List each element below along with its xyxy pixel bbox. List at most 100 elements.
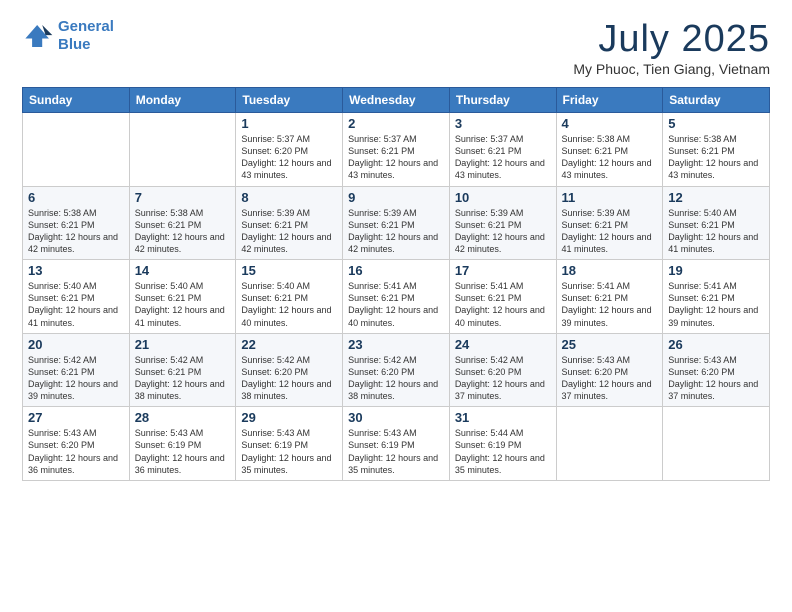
cell-content-0-6: Sunrise: 5:38 AM Sunset: 6:21 PM Dayligh… (668, 133, 764, 182)
cell-content-1-1: Sunrise: 5:38 AM Sunset: 6:21 PM Dayligh… (135, 207, 231, 256)
cell-2-2: 15Sunrise: 5:40 AM Sunset: 6:21 PM Dayli… (236, 260, 343, 334)
cell-4-5 (556, 407, 663, 481)
day-number-17: 17 (455, 263, 551, 278)
day-number-22: 22 (241, 337, 337, 352)
cell-2-1: 14 Sunrise: 5:40 AM Sunset: 6:21 PM Dayli… (129, 260, 236, 334)
logo-text: General Blue (58, 18, 114, 54)
header: General Blue July 2025 My Phuoc, Tien Gi… (22, 18, 770, 77)
cell-content-2-2: Sunrise: 5:40 AM Sunset: 6:21 PM Dayligh… (241, 280, 337, 329)
cell-3-5: 25 Sunrise: 5:43 AM Sunset: 6:20 PM Dayli… (556, 333, 663, 407)
cell-1-6: 12Sunrise: 5:40 AM Sunset: 6:21 PM Dayli… (663, 186, 770, 260)
header-monday: Monday (129, 88, 236, 113)
cell-4-0: 27Sunrise: 5:43 AM Sunset: 6:20 PM Dayli… (23, 407, 130, 481)
day-number-11: 11 (562, 190, 658, 205)
cell-1-4: 10 Sunrise: 5:39 AM Sunset: 6:21 PM Dayli… (449, 186, 556, 260)
cell-0-6: 5 Sunrise: 5:38 AM Sunset: 6:21 PM Daylig… (663, 113, 770, 187)
cell-content-4-1: Sunrise: 5:43 AM Sunset: 6:19 PM Dayligh… (135, 427, 231, 476)
week-row-2: 6 Sunrise: 5:38 AM Sunset: 6:21 PM Daylig… (23, 186, 770, 260)
cell-content-3-1: Sunrise: 5:42 AM Sunset: 6:21 PM Dayligh… (135, 354, 231, 403)
cell-content-2-5: Sunrise: 5:41 AM Sunset: 6:21 PM Dayligh… (562, 280, 658, 329)
cell-4-6 (663, 407, 770, 481)
day-number-6: 6 (28, 190, 124, 205)
cell-2-0: 13 Sunrise: 5:40 AM Sunset: 6:21 PM Dayli… (23, 260, 130, 334)
cell-1-5: 11 Sunrise: 5:39 AM Sunset: 6:21 PM Dayli… (556, 186, 663, 260)
day-number-9: 9 (348, 190, 444, 205)
day-number-20: 20 (28, 337, 124, 352)
cell-content-0-3: Sunrise: 5:37 AM Sunset: 6:21 PM Dayligh… (348, 133, 444, 182)
day-number-3: 3 (455, 116, 551, 131)
header-tuesday: Tuesday (236, 88, 343, 113)
day-number-7: 7 (135, 190, 231, 205)
header-saturday: Saturday (663, 88, 770, 113)
day-number-18: 18 (562, 263, 658, 278)
cell-content-3-5: Sunrise: 5:43 AM Sunset: 6:20 PM Dayligh… (562, 354, 658, 403)
cell-3-3: 23 Sunrise: 5:42 AM Sunset: 6:20 PM Dayli… (343, 333, 450, 407)
cell-content-2-4: Sunrise: 5:41 AM Sunset: 6:21 PM Dayligh… (455, 280, 551, 329)
cell-content-3-6: Sunrise: 5:43 AM Sunset: 6:20 PM Dayligh… (668, 354, 764, 403)
day-number-14: 14 (135, 263, 231, 278)
cell-content-0-5: Sunrise: 5:38 AM Sunset: 6:21 PM Dayligh… (562, 133, 658, 182)
day-number-25: 25 (562, 337, 658, 352)
cell-content-4-2: Sunrise: 5:43 AM Sunset: 6:19 PM Dayligh… (241, 427, 337, 476)
cell-2-4: 17 Sunrise: 5:41 AM Sunset: 6:21 PM Dayli… (449, 260, 556, 334)
calendar-header-row: SundayMondayTuesdayWednesdayThursdayFrid… (23, 88, 770, 113)
cell-4-3: 30 Sunrise: 5:43 AM Sunset: 6:19 PM Dayli… (343, 407, 450, 481)
day-number-2: 2 (348, 116, 444, 131)
page: General Blue July 2025 My Phuoc, Tien Gi… (0, 0, 792, 612)
cell-0-2: 1 Sunrise: 5:37 AM Sunset: 6:20 PM Daylig… (236, 113, 343, 187)
day-number-27: 27 (28, 410, 124, 425)
cell-content-1-3: Sunrise: 5:39 AM Sunset: 6:21 PM Dayligh… (348, 207, 444, 256)
cell-4-4: 31Sunrise: 5:44 AM Sunset: 6:19 PM Dayli… (449, 407, 556, 481)
cell-1-2: 8 Sunrise: 5:39 AM Sunset: 6:21 PM Daylig… (236, 186, 343, 260)
header-sunday: Sunday (23, 88, 130, 113)
cell-3-1: 21 Sunrise: 5:42 AM Sunset: 6:21 PM Dayli… (129, 333, 236, 407)
day-number-8: 8 (241, 190, 337, 205)
cell-1-0: 6Sunrise: 5:38 AM Sunset: 6:21 PM Daylig… (23, 186, 130, 260)
logo-general: General (58, 18, 114, 35)
day-number-10: 10 (455, 190, 551, 205)
logo: General Blue (22, 18, 114, 54)
cell-content-3-3: Sunrise: 5:42 AM Sunset: 6:20 PM Dayligh… (348, 354, 444, 403)
cell-content-1-2: Sunrise: 5:39 AM Sunset: 6:21 PM Dayligh… (241, 207, 337, 256)
day-number-1: 1 (241, 116, 337, 131)
header-thursday: Thursday (449, 88, 556, 113)
day-number-13: 13 (28, 263, 124, 278)
main-title: July 2025 (573, 18, 770, 61)
cell-content-1-4: Sunrise: 5:39 AM Sunset: 6:21 PM Dayligh… (455, 207, 551, 256)
cell-0-4: 3 Sunrise: 5:37 AM Sunset: 6:21 PM Daylig… (449, 113, 556, 187)
cell-content-0-4: Sunrise: 5:37 AM Sunset: 6:21 PM Dayligh… (455, 133, 551, 182)
day-number-23: 23 (348, 337, 444, 352)
cell-2-5: 18 Sunrise: 5:41 AM Sunset: 6:21 PM Dayli… (556, 260, 663, 334)
week-row-3: 13 Sunrise: 5:40 AM Sunset: 6:21 PM Dayli… (23, 260, 770, 334)
cell-content-1-5: Sunrise: 5:39 AM Sunset: 6:21 PM Dayligh… (562, 207, 658, 256)
cell-3-4: 24 Sunrise: 5:42 AM Sunset: 6:20 PM Dayli… (449, 333, 556, 407)
week-row-1: 1 Sunrise: 5:37 AM Sunset: 6:20 PM Daylig… (23, 113, 770, 187)
title-block: July 2025 My Phuoc, Tien Giang, Vietnam (573, 18, 770, 77)
calendar-table: SundayMondayTuesdayWednesdayThursdayFrid… (22, 87, 770, 481)
cell-4-2: 29Sunrise: 5:43 AM Sunset: 6:19 PM Dayli… (236, 407, 343, 481)
cell-3-6: 26Sunrise: 5:43 AM Sunset: 6:20 PM Dayli… (663, 333, 770, 407)
cell-content-3-4: Sunrise: 5:42 AM Sunset: 6:20 PM Dayligh… (455, 354, 551, 403)
cell-content-2-3: Sunrise: 5:41 AM Sunset: 6:21 PM Dayligh… (348, 280, 444, 329)
day-number-16: 16 (348, 263, 444, 278)
cell-1-1: 7 Sunrise: 5:38 AM Sunset: 6:21 PM Daylig… (129, 186, 236, 260)
cell-content-0-2: Sunrise: 5:37 AM Sunset: 6:20 PM Dayligh… (241, 133, 337, 182)
day-number-30: 30 (348, 410, 444, 425)
cell-2-3: 16 Sunrise: 5:41 AM Sunset: 6:21 PM Dayli… (343, 260, 450, 334)
cell-3-2: 22Sunrise: 5:42 AM Sunset: 6:20 PM Dayli… (236, 333, 343, 407)
day-number-21: 21 (135, 337, 231, 352)
cell-0-5: 4Sunrise: 5:38 AM Sunset: 6:21 PM Daylig… (556, 113, 663, 187)
header-wednesday: Wednesday (343, 88, 450, 113)
cell-2-6: 19Sunrise: 5:41 AM Sunset: 6:21 PM Dayli… (663, 260, 770, 334)
cell-0-3: 2 Sunrise: 5:37 AM Sunset: 6:21 PM Daylig… (343, 113, 450, 187)
cell-content-4-3: Sunrise: 5:43 AM Sunset: 6:19 PM Dayligh… (348, 427, 444, 476)
cell-content-3-0: Sunrise: 5:42 AM Sunset: 6:21 PM Dayligh… (28, 354, 124, 403)
cell-0-1 (129, 113, 236, 187)
day-number-24: 24 (455, 337, 551, 352)
header-friday: Friday (556, 88, 663, 113)
logo-blue: Blue (58, 36, 91, 53)
cell-content-2-1: Sunrise: 5:40 AM Sunset: 6:21 PM Dayligh… (135, 280, 231, 329)
cell-content-2-6: Sunrise: 5:41 AM Sunset: 6:21 PM Dayligh… (668, 280, 764, 329)
day-number-5: 5 (668, 116, 764, 131)
cell-content-2-0: Sunrise: 5:40 AM Sunset: 6:21 PM Dayligh… (28, 280, 124, 329)
